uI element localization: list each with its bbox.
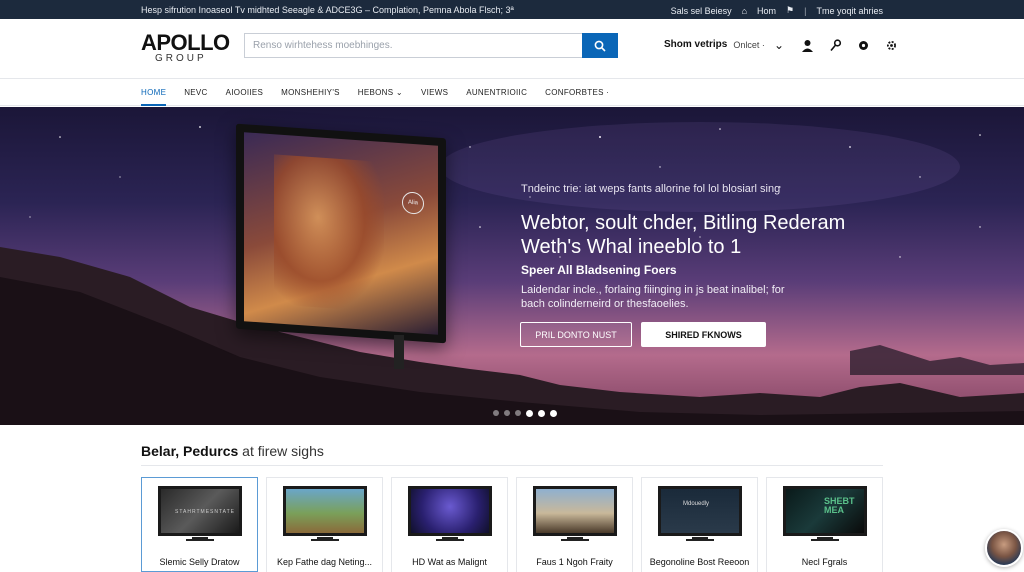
search-button[interactable]	[582, 33, 618, 58]
eye-icon[interactable]	[856, 38, 870, 52]
thumbnail-text: STAHRTMESNTATE	[175, 509, 236, 515]
product-thumbnail: SHEBT MEA	[783, 486, 867, 536]
product-card-3[interactable]: HD Wat as Malignt	[391, 477, 508, 572]
product-card-4[interactable]: Faus 1 Ngoh Fraity	[516, 477, 633, 572]
products-section-title: Belar, Pedurcs at firew sighs	[141, 443, 324, 459]
tv-brand-badge: Alia	[402, 191, 424, 215]
carousel-dot-5[interactable]	[538, 410, 545, 417]
topbar-link-sales[interactable]: Sals sel Beiesy	[671, 6, 732, 16]
carousel-dot-1[interactable]	[493, 410, 499, 416]
hero-headline: Webtor, soult chder, Bitling Rederam Wet…	[521, 211, 881, 259]
product-thumbnail	[283, 486, 367, 536]
carousel-dots	[493, 410, 557, 417]
online-dropdown[interactable]: Onlcet ·	[733, 40, 765, 50]
chevron-down-icon[interactable]: ⌄	[772, 38, 786, 52]
thumbnail-text: Mdouedly	[683, 501, 710, 507]
product-card-1[interactable]: STAHRTMESNTATE Slemic Selly Dratow	[141, 477, 258, 572]
product-name: Begonoline Bost Reeoon	[649, 557, 750, 567]
product-thumbnail: STAHRTMESNTATE	[158, 486, 242, 536]
settings-icon[interactable]	[884, 38, 898, 52]
logo[interactable]: APOLLO GROUP	[141, 32, 230, 64]
product-name: HD Wat as Malignt	[412, 557, 487, 567]
carousel-dot-6[interactable]	[550, 410, 557, 417]
header-icons: ⌄	[772, 38, 898, 52]
hero-eyebrow: Tndeinc trie: iat weps fants allorine fo…	[521, 183, 781, 195]
nav-item-views[interactable]: VIEWS	[421, 79, 457, 106]
key-icon[interactable]	[828, 38, 842, 52]
chat-support-avatar[interactable]	[985, 529, 1023, 567]
product-thumbnail: Mdouedly	[658, 486, 742, 536]
products-title-bold: Belar, Pedurcs	[141, 443, 239, 459]
carousel-dot-2[interactable]	[504, 410, 510, 416]
search-bar	[244, 33, 618, 58]
topbar-separator: |	[804, 5, 807, 16]
hero-secondary-button[interactable]: PRIL DONTO NUST	[520, 322, 632, 347]
billboard-tv: Alia	[236, 123, 446, 344]
nav-item-3[interactable]: AIOOIIES	[226, 79, 273, 106]
home-icon[interactable]: ⌂	[742, 6, 747, 16]
flag-icon[interactable]: ⚑	[786, 5, 794, 16]
site-header: APOLLO GROUP Shom vetrips Onlcet · ⌄	[0, 19, 1024, 79]
tv-stand	[811, 537, 839, 541]
carousel-dot-4[interactable]	[526, 410, 533, 417]
nav-item-5[interactable]: HEBONS ⌄	[358, 79, 412, 106]
thumbnail-text: SHEBT MEA	[824, 496, 855, 515]
tv-stand	[561, 537, 589, 541]
hero-headline-line1: Webtor, soult chder, Bitling Rederam	[521, 212, 846, 234]
chevron-down-icon: ⌄	[395, 88, 403, 97]
product-card-6[interactable]: SHEBT MEA Necl Fgrals	[766, 477, 883, 572]
products-title-light: at firew sighs	[242, 443, 324, 459]
nav-item-7[interactable]: AUNENTRIOIIC	[466, 79, 536, 106]
hero-body: Laidendar incle., forlaing fiiinging in …	[521, 284, 785, 310]
tv-stand	[686, 537, 714, 541]
product-card-2[interactable]: Kep Fathe dag Neting...	[266, 477, 383, 572]
tv-stand	[394, 335, 404, 369]
search-icon	[594, 40, 606, 52]
tv-stand	[436, 537, 464, 541]
product-card-5[interactable]: Mdouedly Begonoline Bost Reeoon	[641, 477, 758, 572]
hero-banner: Alia Tndeinc trie: iat weps fants allori…	[0, 107, 1024, 425]
nav-item-2[interactable]: NEVC	[184, 79, 216, 106]
topbar-links: Sals sel Beiesy ⌂ Hom ⚑ | Tme yoqit ahri…	[671, 5, 883, 16]
product-name: Faus 1 Ngoh Fraity	[536, 557, 613, 567]
product-thumbnail	[533, 486, 617, 536]
hero-primary-button[interactable]: SHIRED FKNOWS	[641, 322, 766, 347]
promo-text: Hesp sifrution Inoaseol Tv midhted Seeag…	[141, 5, 514, 15]
section-divider	[141, 465, 883, 466]
product-name: Slemic Selly Dratow	[159, 557, 240, 567]
show-vendors-link[interactable]: Shom vetrips	[664, 39, 727, 50]
product-list: STAHRTMESNTATE Slemic Selly Dratow Kep F…	[141, 477, 883, 572]
logo-subtitle: GROUP	[155, 53, 207, 64]
product-name: Necl Fgrals	[801, 557, 848, 567]
header-show-options: Shom vetrips Onlcet ·	[664, 39, 775, 50]
top-announcement-bar: Hesp sifrution Inoaseol Tv midhted Seeag…	[0, 0, 1024, 19]
nav-item-5-label: HEBONS	[357, 88, 394, 97]
hero-copy: Tndeinc trie: iat weps fants allorine fo…	[521, 183, 881, 311]
nav-item-home[interactable]: HOME	[141, 79, 175, 106]
product-thumbnail	[408, 486, 492, 536]
tv-stand	[186, 537, 214, 541]
hero-subhead: Speer All Bladsening Foers	[521, 263, 677, 277]
search-input[interactable]	[244, 33, 582, 58]
user-icon[interactable]	[800, 38, 814, 52]
carousel-dot-3[interactable]	[515, 410, 521, 416]
logo-wordmark: APOLLO	[141, 30, 230, 55]
product-name: Kep Fathe dag Neting...	[276, 557, 373, 567]
tv-screen: Alia	[244, 132, 438, 335]
topbar-link-home[interactable]: Hom	[757, 6, 776, 16]
hero-headline-line2: Weth's Whal ineeblo to 1	[521, 236, 742, 258]
nav-item-4[interactable]: MONSHEHIY'S	[281, 79, 349, 106]
nav-item-8[interactable]: CONFORBTES ·	[545, 79, 618, 106]
topbar-link-other[interactable]: Tme yoqit ahries	[816, 6, 883, 16]
tv-stand	[311, 537, 339, 541]
main-navigation: HOME NEVC AIOOIIES MONSHEHIY'S HEBONS ⌄ …	[0, 79, 1024, 106]
